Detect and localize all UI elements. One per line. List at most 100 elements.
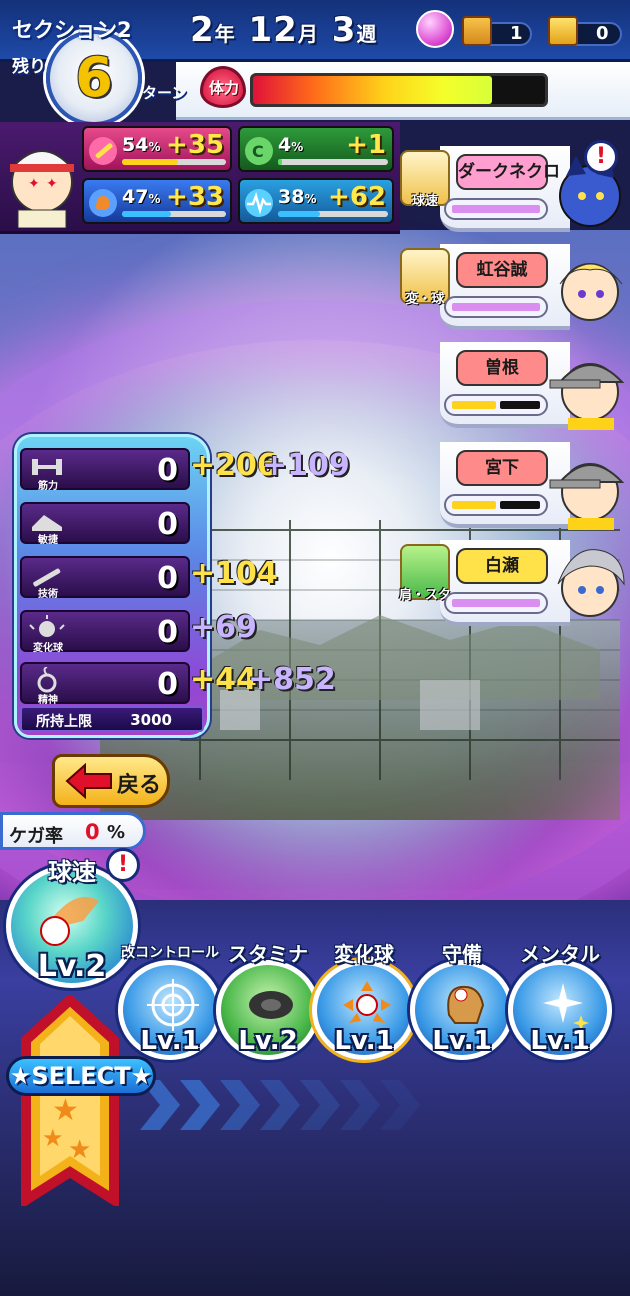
param-value: 0 <box>157 507 178 542</box>
stat-chip-0: 54% +35 <box>82 126 232 172</box>
stat-chip-2: 47% +33 <box>82 178 232 224</box>
heartbeat-icon <box>245 189 273 217</box>
injury-unit: % <box>107 822 126 843</box>
tire-icon <box>249 991 293 1019</box>
stat-chip-1: C 4% +1 <box>238 126 394 172</box>
select-label: ★SELECT★ <box>6 1056 156 1096</box>
cast-gauge <box>444 296 548 318</box>
practice-mental-button[interactable]: メンタル Lv.1 <box>508 938 612 1060</box>
stat-pct: 54% <box>122 134 161 156</box>
player-avatar: ✦ ✦ <box>9 150 75 228</box>
practice-title: 改コントロール <box>121 945 219 961</box>
bat-icon <box>89 137 117 165</box>
stat-progress <box>122 159 226 165</box>
cast-name: 宮下 <box>456 450 548 486</box>
back-button[interactable]: 戻る <box>52 754 170 808</box>
cast-member-4[interactable]: 肩・スタ 白瀬 <box>398 540 630 632</box>
chest-icon[interactable] <box>462 16 492 46</box>
stat-bonus: +1 <box>346 130 386 160</box>
week-value: 3 <box>331 10 357 50</box>
fastball-icon <box>40 896 99 946</box>
back-label: 戻る <box>117 773 162 798</box>
param-value: 0 <box>157 615 178 650</box>
alert-icon: ! <box>106 848 140 882</box>
cast-gauge <box>444 494 548 516</box>
param-label: 敏捷 <box>38 535 58 546</box>
left-arrow-icon <box>65 763 112 799</box>
param-label: 筋力 <box>38 481 58 492</box>
gold-chest-icon[interactable] <box>548 16 578 46</box>
stamina-fill <box>253 76 493 104</box>
nijiya-portrait <box>559 263 623 321</box>
cast-member-2[interactable]: 曽根 <box>398 342 630 434</box>
glove-icon <box>447 985 485 1024</box>
practice-stamina-button[interactable]: スタミナ Lv.2 <box>216 938 320 1060</box>
control-c-icon: C <box>245 137 273 165</box>
param-label: 精神 <box>38 695 58 706</box>
stat-bonus: +33 <box>166 182 224 212</box>
injury-rate: ケガ率 0 % <box>0 812 146 850</box>
year-unit: 年 <box>214 22 236 46</box>
param-value: 0 <box>157 667 178 702</box>
practice-breaking-ball-button[interactable]: 変化球 Lv.1 <box>312 938 416 1060</box>
stamina-bar <box>250 73 548 107</box>
practice-level: Lv.2 <box>238 1026 298 1056</box>
practice-title: メンタル <box>520 942 600 966</box>
cast-name: 虹谷誠 <box>456 252 548 288</box>
cast-gauge <box>444 394 548 416</box>
cast-member-1[interactable]: 変・球 虹谷誠 <box>398 244 630 336</box>
holding-limit: 所持上限 3000 <box>20 706 204 732</box>
alert-icon: ! <box>584 140 618 174</box>
stat-chip-3: 38% +62 <box>238 178 394 224</box>
cast-member-0[interactable]: 球速 ダークネクロ ! <box>398 140 630 238</box>
turn-counter: 6 <box>46 30 142 126</box>
practice-title: 守備 <box>442 942 482 966</box>
cast-member-3[interactable]: 宮下 <box>398 442 630 534</box>
silver-chest-count: 1 <box>510 23 523 44</box>
cast-gauge <box>444 198 548 220</box>
injury-value: 0 <box>85 820 100 844</box>
param-label: 技術 <box>38 589 58 600</box>
turn-label: ターン <box>142 84 187 102</box>
stat-progress <box>122 211 226 217</box>
game-screen: 6 セクション2 残り ターン 2年 12月 3週 1 0 体力 ✦ ✦ 54%… <box>0 0 630 1296</box>
svg-text:★: ★ <box>52 1093 79 1128</box>
practice-defense-button[interactable]: 守備 Lv.1 <box>410 938 514 1060</box>
param-row-breaking-ball: 変化球 0 <box>20 610 190 654</box>
cast-gauge <box>444 592 548 614</box>
stat-progress <box>278 159 388 165</box>
cast-name: 曽根 <box>456 350 548 386</box>
stat-pct: 38% <box>278 186 317 208</box>
svg-text:C: C <box>252 142 264 161</box>
param-value: 0 <box>157 561 178 596</box>
param-bonus: +44 <box>190 662 257 697</box>
practice-level: Lv.1 <box>530 1026 590 1056</box>
section-label: セクション2 <box>12 18 132 42</box>
param-row-agility: 敏捷 0 <box>20 502 190 546</box>
param-value: 0 <box>157 453 178 488</box>
svg-text:✦: ✦ <box>28 176 40 192</box>
cast-name: 白瀬 <box>456 548 548 584</box>
limit-label: 所持上限 <box>36 714 92 730</box>
limit-value: 3000 <box>130 711 172 729</box>
stat-bonus: +35 <box>166 130 224 160</box>
month-value: 12 <box>248 10 298 50</box>
stat-pct: 4% <box>278 134 304 156</box>
param-bonus: +104 <box>190 556 278 591</box>
practice-level: Lv.1 <box>334 1026 394 1056</box>
stat-pct: 47% <box>122 186 161 208</box>
sparkle-icon <box>543 983 589 1031</box>
pink-orb-icon[interactable] <box>416 10 454 48</box>
miyashita-portrait <box>549 463 625 530</box>
param-row-technique: 技術 0 <box>20 556 190 600</box>
practice-title: スタミナ <box>228 942 308 966</box>
svg-text:✦: ✦ <box>46 176 58 192</box>
practice-title: 変化球 <box>334 942 394 966</box>
glove-icon <box>89 189 117 217</box>
turns-left-value: 6 <box>75 46 113 109</box>
stat-progress <box>278 211 388 217</box>
practice-level: Lv.1 <box>432 1026 492 1056</box>
injury-label: ケガ率 <box>9 826 63 847</box>
stat-bonus: +62 <box>328 182 386 212</box>
year-value: 2 <box>190 10 215 50</box>
